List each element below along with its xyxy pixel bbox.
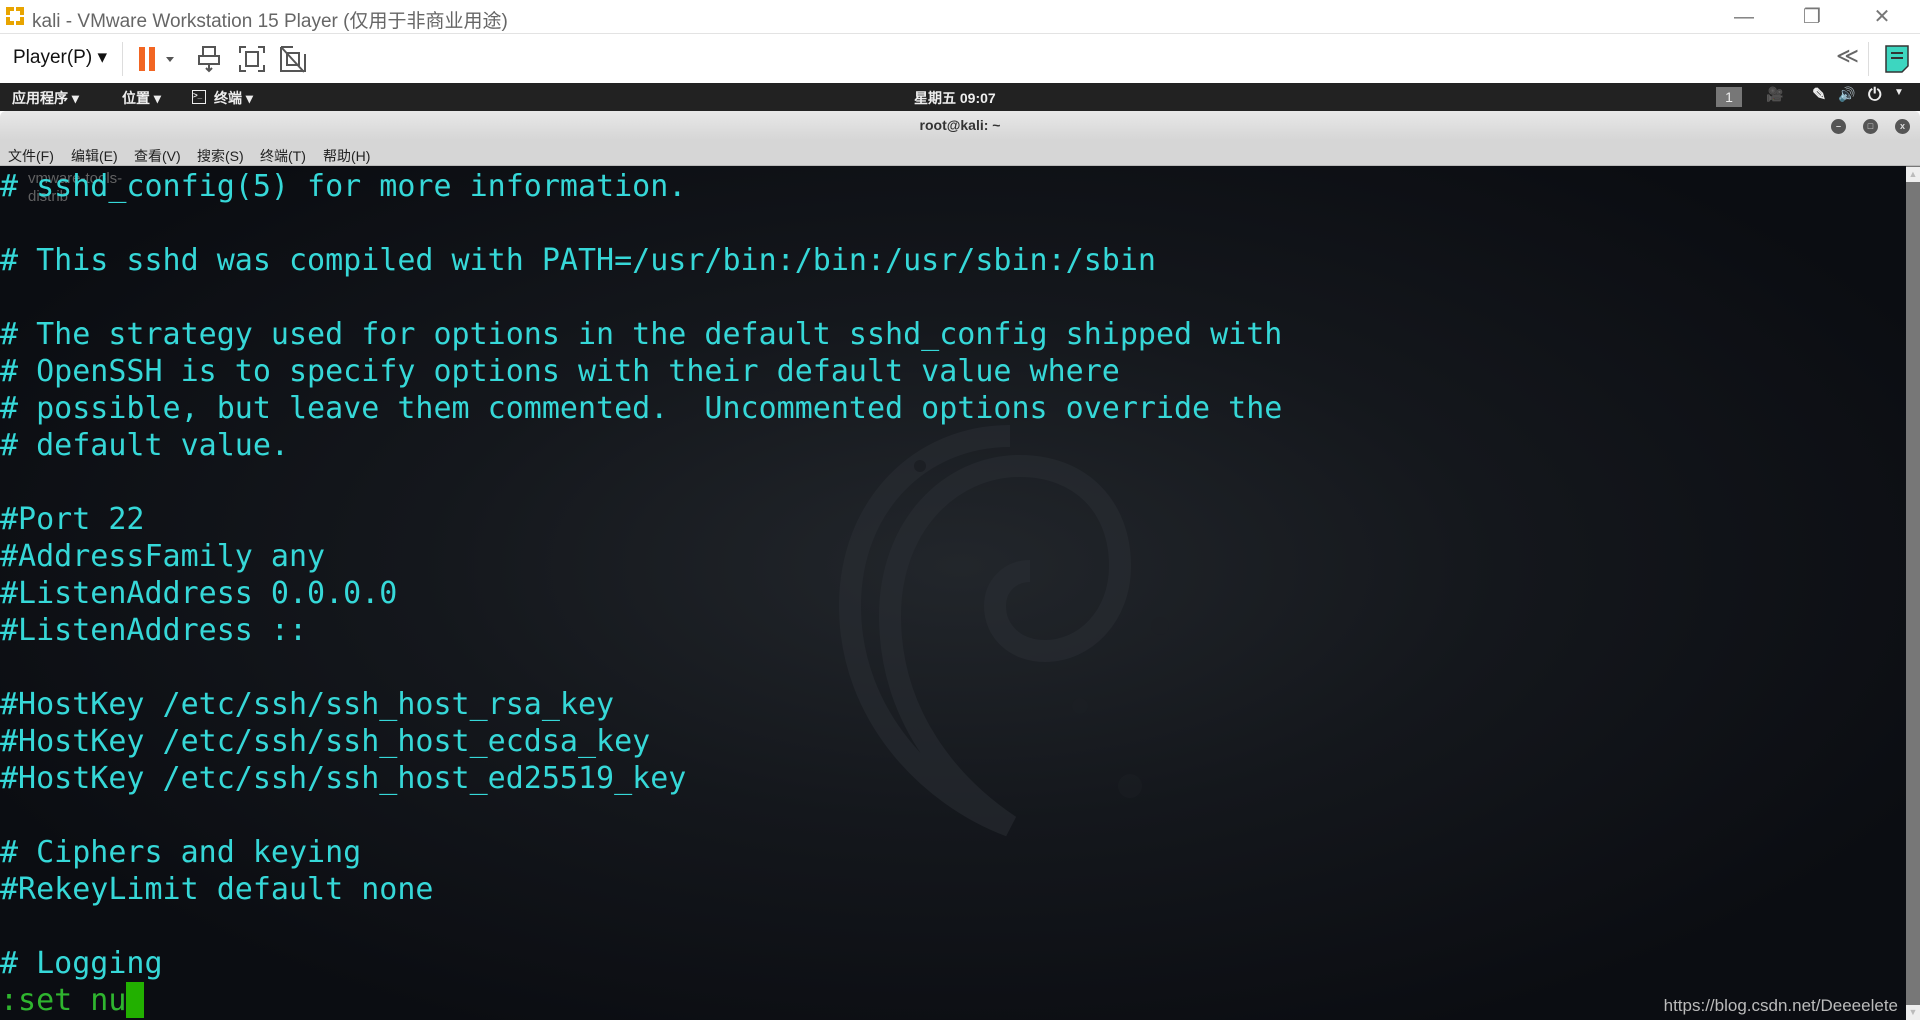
terminal-line: # default value. xyxy=(0,428,289,463)
terminal-app-menu[interactable]: 终端 ▾ xyxy=(214,88,253,108)
terminal-line: # Logging xyxy=(0,946,163,981)
watermark: https://blog.csdn.net/Deeeelete xyxy=(1663,996,1898,1015)
terminal-line: #Port 22 xyxy=(0,502,145,537)
terminal-screen[interactable]: vmware-tools- distrib # sshd_config(5) f… xyxy=(0,166,1906,1020)
terminal-maximize-icon[interactable]: □ xyxy=(1863,119,1878,134)
terminal-line: # OpenSSH is to specify options with the… xyxy=(0,354,1120,389)
terminal-titlebar: root@kali: ~ – □ x xyxy=(0,111,1920,140)
terminal-line: # The strategy used for options in the d… xyxy=(0,317,1283,352)
terminal-minimize-icon[interactable]: – xyxy=(1831,119,1846,134)
window-titlebar: kali - VMware Workstation 15 Player (仅用于… xyxy=(0,0,1920,34)
close-button[interactable]: ✕ xyxy=(1862,4,1902,30)
menu-edit[interactable]: 编辑(E) xyxy=(71,146,118,166)
terminal-title: root@kali: ~ xyxy=(919,117,1001,133)
menu-file[interactable]: 文件(F) xyxy=(8,146,54,166)
terminal-line: #ListenAddress :: xyxy=(0,613,308,648)
camera-icon[interactable]: 🎥 xyxy=(1766,86,1783,103)
restore-button[interactable]: ❐ xyxy=(1792,4,1832,30)
volume-icon[interactable]: 🔊 xyxy=(1838,86,1855,103)
system-menu-chevron-down-icon[interactable]: ▼ xyxy=(1894,87,1904,98)
terminal-window: root@kali: ~ – □ x 文件(F) 编辑(E) 查看(V) 搜索(… xyxy=(0,111,1920,1020)
minimize-button[interactable]: — xyxy=(1724,4,1764,30)
terminal-line: #RekeyLimit default none xyxy=(0,872,434,907)
terminal-line: # Ciphers and keying xyxy=(0,835,362,870)
applications-menu[interactable]: 应用程序 ▾ xyxy=(12,88,79,108)
terminal-line: #AddressFamily any xyxy=(0,539,326,574)
terminal-line: #ListenAddress 0.0.0.0 xyxy=(0,576,398,611)
terminal-line: #HostKey /etc/ssh/ssh_host_ecdsa_key xyxy=(0,724,651,759)
text-cursor xyxy=(126,982,145,1018)
network-icon[interactable]: ✎ xyxy=(1812,85,1826,105)
scroll-down-icon[interactable]: ▼ xyxy=(1906,1005,1920,1020)
terminal-line: #HostKey /etc/ssh/ssh_host_rsa_key xyxy=(0,687,615,722)
collapse-toolbar-button[interactable]: ≪ xyxy=(1836,43,1859,69)
terminal-scrollbar[interactable]: ▲ ▼ xyxy=(1906,166,1920,1020)
menu-terminal[interactable]: 终端(T) xyxy=(260,146,306,166)
terminal-line: # sshd_config(5) for more information. xyxy=(0,169,687,204)
pause-icon[interactable] xyxy=(136,44,178,74)
player-menu[interactable]: Player(P) ▾ xyxy=(13,46,107,69)
toolbar-divider xyxy=(1868,42,1869,76)
terminal-line: #HostKey /etc/ssh/ssh_host_ed25519_key xyxy=(0,761,687,796)
fullscreen-icon[interactable] xyxy=(237,44,267,74)
scroll-up-icon[interactable]: ▲ xyxy=(1906,167,1920,182)
menu-view[interactable]: 查看(V) xyxy=(134,146,181,166)
vmware-logo-icon xyxy=(6,7,24,25)
player-toolbar: Player(P) ▾ ≪ xyxy=(0,34,1920,83)
message-log-icon[interactable] xyxy=(1884,44,1910,74)
vim-command-text: :set nu xyxy=(0,983,127,1018)
clock[interactable]: 星期五 09:07 xyxy=(914,88,996,108)
send-ctrl-alt-del-icon[interactable] xyxy=(196,44,224,74)
terminal-line: # This sshd was compiled with PATH=/usr/… xyxy=(0,243,1156,278)
workspace-indicator[interactable]: 1 xyxy=(1716,87,1742,107)
terminal-output: # sshd_config(5) for more information. # … xyxy=(0,168,1282,1019)
unity-mode-icon[interactable] xyxy=(278,44,308,74)
terminal-close-icon[interactable]: x xyxy=(1895,119,1910,134)
terminal-menubar: 文件(F) 编辑(E) 查看(V) 搜索(S) 终端(T) 帮助(H) xyxy=(0,140,1920,166)
gnome-top-bar: 应用程序 ▾ 位置 ▾ >_ 终端 ▾ 星期五 09:07 1 🎥 ✎ 🔊 ⏻ … xyxy=(0,83,1920,111)
power-icon[interactable]: ⏻ xyxy=(1868,85,1881,105)
vim-command-line[interactable]: :set nu xyxy=(0,982,1282,1019)
terminal-app-icon: >_ xyxy=(192,90,206,104)
toolbar-divider xyxy=(122,42,123,76)
menu-help[interactable]: 帮助(H) xyxy=(323,146,370,166)
menu-search[interactable]: 搜索(S) xyxy=(197,146,244,166)
terminal-line: # possible, but leave them commented. Un… xyxy=(0,391,1283,426)
places-menu[interactable]: 位置 ▾ xyxy=(122,88,161,108)
window-title: kali - VMware Workstation 15 Player (仅用于… xyxy=(32,11,508,32)
